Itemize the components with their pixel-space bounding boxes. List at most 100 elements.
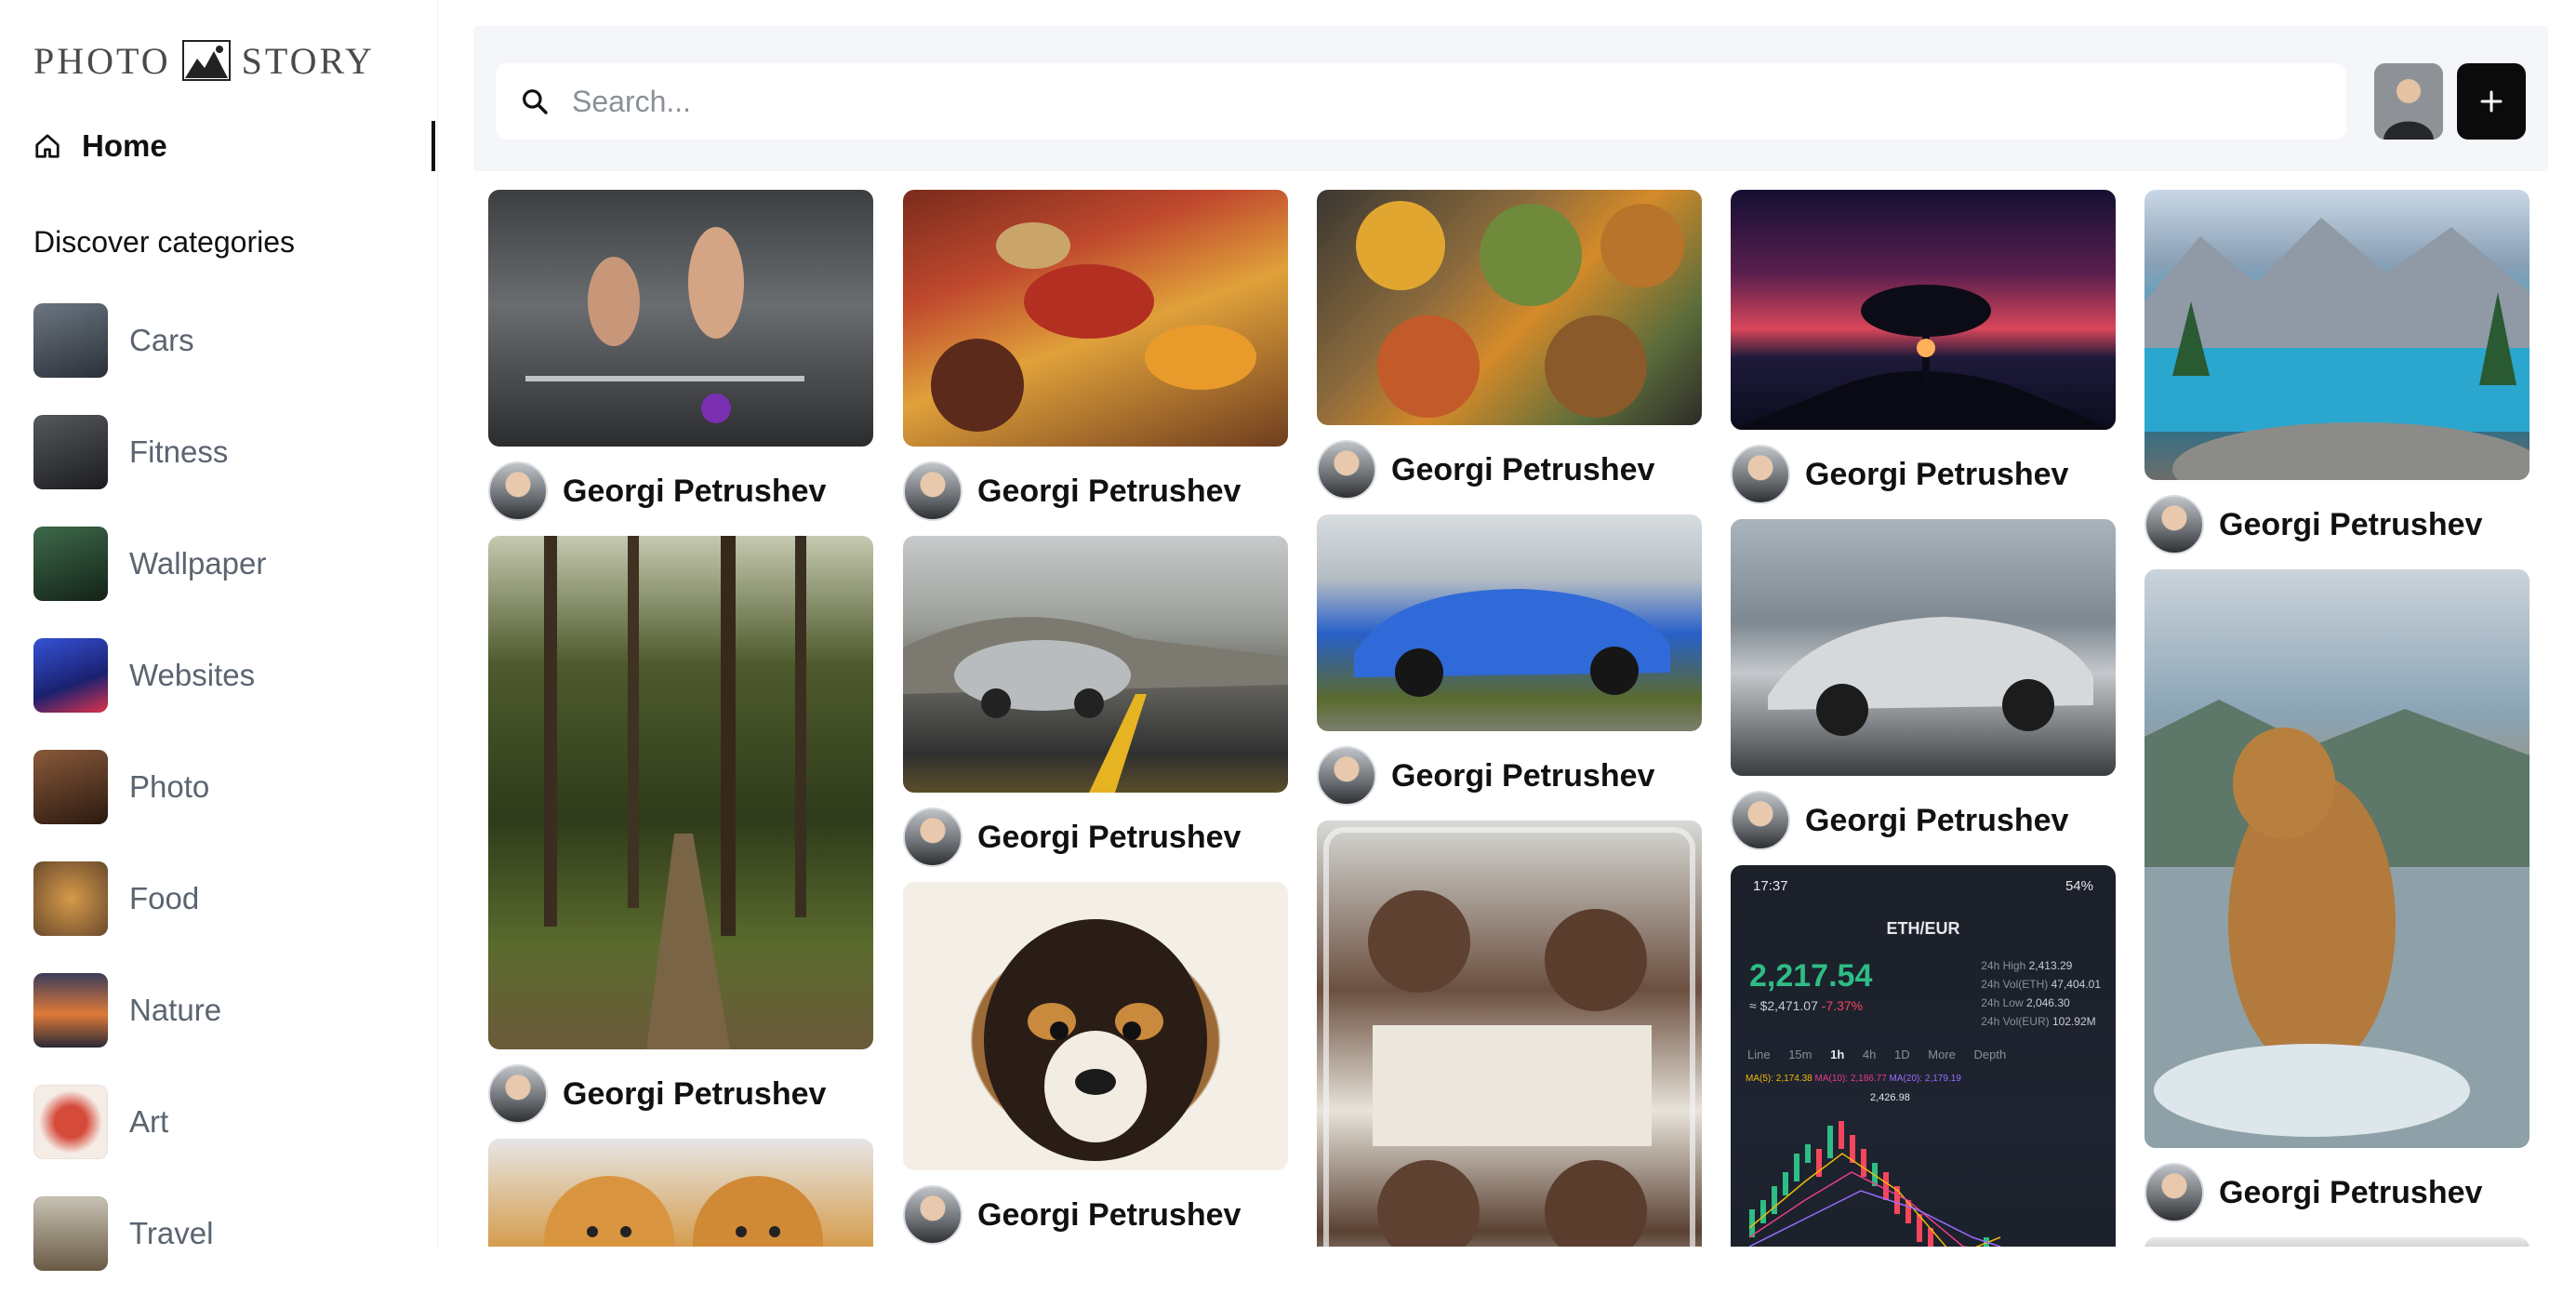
author-avatar	[2144, 1163, 2204, 1222]
post-image-art	[1356, 201, 1684, 418]
author-avatar	[1731, 791, 1790, 850]
author-name: Georgi Petrushev	[563, 473, 827, 509]
chart-usd-price: ≈ $2,471.07	[1749, 998, 1818, 1013]
author-name: Georgi Petrushev	[1805, 456, 2069, 492]
candle	[1805, 1144, 1811, 1163]
candle	[1883, 1172, 1889, 1200]
post-image[interactable]	[1731, 190, 2116, 430]
post-image-art	[544, 1176, 823, 1247]
chart-candles	[1748, 1121, 2001, 1247]
post-image[interactable]	[2144, 1237, 2530, 1247]
chart-subprice: ≈ $2,471.07 -7.37%	[1749, 998, 1863, 1013]
post-image[interactable]	[488, 190, 873, 447]
stat-value: 2,413.29	[2028, 959, 2073, 972]
post-image-art	[2144, 700, 2530, 1148]
author-avatar	[488, 461, 548, 521]
chart-price: 2,217.54	[1749, 958, 1873, 994]
chart-tab: 4h	[1862, 1048, 1877, 1061]
author-avatar	[903, 807, 963, 867]
candle	[1794, 1154, 1799, 1181]
stat-label: 24h Vol(ETH)	[1981, 978, 2049, 991]
post-author[interactable]: Georgi Petrushev	[2144, 495, 2482, 554]
post-image[interactable]	[1317, 514, 1702, 731]
chart-pair: ETH/EUR	[1886, 919, 1960, 938]
author-avatar	[488, 1064, 548, 1124]
post-image[interactable]	[488, 536, 873, 1049]
author-avatar	[903, 461, 963, 521]
author-name: Georgi Petrushev	[977, 1196, 1242, 1233]
post-image[interactable]	[488, 1139, 873, 1247]
chart-tab: 1D	[1894, 1048, 1910, 1061]
post-author[interactable]: Georgi Petrushev	[1731, 791, 2068, 850]
post-image-art	[1731, 285, 2116, 430]
chart-change: -7.37%	[1821, 998, 1864, 1013]
post-image-art	[544, 536, 806, 1049]
candle	[1783, 1172, 1788, 1195]
author-avatar	[903, 1185, 963, 1245]
post-author[interactable]: Georgi Petrushev	[1317, 440, 1654, 500]
stat-label: 24h Low	[1981, 996, 2024, 1009]
candle	[1772, 1186, 1777, 1214]
author-name: Georgi Petrushev	[563, 1075, 827, 1112]
chart-ma-value: MA(20): 2,179.19	[1889, 1074, 1961, 1084]
author-avatar	[2144, 495, 2204, 554]
author-name: Georgi Petrushev	[1391, 451, 1655, 487]
post-image-crypto-chart[interactable]: 17:37 54% ETH/EUR 2,217.54 ≈ $2,471.07 -…	[1731, 865, 2116, 1247]
post-image-art	[931, 222, 1256, 432]
stat-label: 24h Vol(EUR)	[1981, 1015, 2050, 1028]
chart-status-time: 17:37	[1753, 878, 1788, 894]
post-image[interactable]	[2144, 190, 2530, 480]
post-author[interactable]: Georgi Petrushev	[903, 461, 1241, 521]
post-image[interactable]	[1317, 821, 1702, 1247]
post-image[interactable]	[2144, 569, 2530, 1148]
photo-feed: Georgi Petrushev Georgi Petrushev Georgi…	[0, 0, 2576, 1247]
post-image[interactable]	[1731, 519, 2116, 776]
post-author[interactable]: Georgi Petrushev	[1317, 746, 1654, 806]
chart-tab: 15m	[1788, 1048, 1812, 1061]
post-image-art	[1323, 827, 1695, 1247]
candle	[1760, 1200, 1766, 1223]
chart-status-battery: 54%	[2065, 878, 2093, 894]
post-author[interactable]: Georgi Petrushev	[903, 807, 1241, 867]
stat-value: 47,404.01	[2051, 978, 2101, 991]
chart-ma-value: MA(10): 2,186.77	[1814, 1074, 1887, 1084]
post-image-art	[1768, 617, 2093, 736]
crypto-screenshot: 17:37 54% ETH/EUR 2,217.54 ≈ $2,471.07 -…	[1731, 865, 2116, 1247]
author-name: Georgi Petrushev	[1805, 802, 2069, 838]
post-image[interactable]	[903, 190, 1288, 447]
candle	[1827, 1126, 1833, 1158]
post-author[interactable]: Georgi Petrushev	[2144, 1163, 2482, 1222]
author-avatar	[1317, 440, 1376, 500]
post-author[interactable]: Georgi Petrushev	[488, 461, 826, 521]
ma-line	[1748, 1190, 2001, 1247]
chart-tab: Line	[1747, 1048, 1771, 1061]
stat-value: 102.92M	[2052, 1015, 2096, 1028]
chart-ma: MA(5): 2,174.38 MA(10): 2,186.77 MA(20):…	[1746, 1074, 1961, 1084]
chart-tab: More	[1928, 1048, 1956, 1061]
post-image-art	[525, 227, 804, 423]
author-name: Georgi Petrushev	[2219, 1174, 2483, 1210]
post-image-art	[2144, 218, 2530, 480]
author-name: Georgi Petrushev	[1391, 757, 1655, 794]
author-name: Georgi Petrushev	[977, 819, 1242, 855]
post-author[interactable]: Georgi Petrushev	[1731, 445, 2068, 504]
stat-label: 24h High	[1981, 959, 2026, 972]
stat-value: 2,046.30	[2025, 996, 2070, 1009]
post-image-art	[984, 919, 1207, 1161]
author-avatar	[1317, 746, 1376, 806]
candle	[1839, 1121, 1844, 1149]
chart-tab: 1h	[1830, 1048, 1845, 1061]
post-image[interactable]	[1317, 190, 1702, 425]
candle	[1861, 1149, 1866, 1177]
post-image-art	[1354, 589, 1670, 697]
chart-stats: 24h High 2,413.29 24h Vol(ETH) 47,404.01…	[1981, 956, 2101, 1031]
post-author[interactable]: Georgi Petrushev	[488, 1064, 826, 1124]
author-name: Georgi Petrushev	[2219, 506, 2483, 542]
chart-ma-value: MA(5): 2,174.38	[1746, 1074, 1812, 1084]
post-image[interactable]	[903, 536, 1288, 793]
chart-tabs: Line 15m 1h 4h 1D More Depth	[1747, 1048, 2006, 1061]
post-image[interactable]	[903, 882, 1288, 1170]
post-image-art	[903, 617, 1288, 793]
post-author[interactable]: Georgi Petrushev	[903, 1185, 1241, 1245]
author-name: Georgi Petrushev	[977, 473, 1242, 509]
